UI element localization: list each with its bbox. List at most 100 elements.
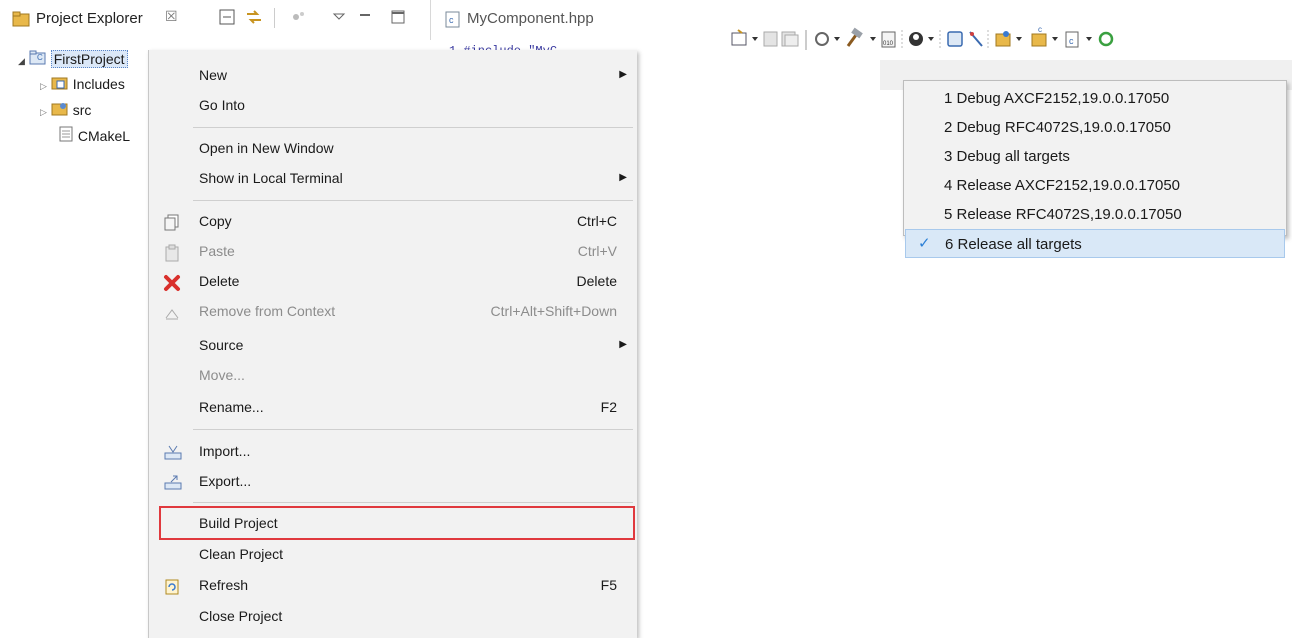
menu-item-rename[interactable]: Rename... F2 — [149, 392, 637, 422]
collapse-all-icon[interactable] — [218, 8, 236, 26]
dropdown-arrow-icon — [1052, 37, 1058, 41]
menu-item-label: Delete — [199, 273, 240, 289]
build-config-item[interactable]: 3 Debug all targets — [944, 142, 1070, 171]
menu-item-shortcut: Ctrl+C — [576, 213, 617, 229]
filter-icon[interactable] — [290, 8, 308, 26]
submenu-arrow-icon: ▶ — [619, 172, 627, 183]
menu-item-label: Import... — [199, 443, 251, 459]
menu-item-paste[interactable]: Paste Ctrl+V — [149, 236, 637, 266]
submenu-arrow-icon: ▶ — [619, 69, 627, 80]
new-icon — [731, 29, 747, 46]
menu-item-shortcut: F2 — [600, 399, 617, 415]
dropdown-arrow-icon — [928, 37, 934, 41]
menu-item-show-in-local-terminal[interactable]: Show in Local Terminal ▶ — [149, 163, 637, 193]
project-explorer-tabbar: Project Explorer ☒ — [0, 0, 430, 40]
menu-item-new[interactable]: New ▶ — [149, 60, 637, 90]
project-explorer-icon — [12, 11, 30, 30]
build-configuration-dropdown: 1 Debug AXCF2152,19.0.0.17050 2 Debug RF… — [903, 80, 1287, 258]
dropdown-arrow-icon — [752, 37, 758, 41]
tree-row-src[interactable]: ▷ src — [40, 99, 91, 121]
editor-tab[interactable]: c MyComponent.hpp 1 #include "MyC — [430, 0, 661, 58]
menu-item-shortcut: Ctrl+Alt+Shift+Down — [490, 303, 617, 319]
remove-context-icon — [163, 302, 181, 320]
new-cpp-project-icon — [995, 31, 1011, 47]
delete-icon — [163, 272, 181, 291]
project-folder-icon: C — [29, 49, 47, 71]
source-folder-icon — [51, 100, 69, 122]
context-menu: New ▶ Go Into Open in New Window Show in… — [148, 50, 637, 638]
svg-text:c: c — [1038, 25, 1042, 34]
main-toolbar: 010 c c — [730, 20, 1292, 60]
svg-text:C: C — [37, 53, 43, 62]
menu-item-label: Source — [199, 337, 244, 353]
debug-icon — [815, 32, 829, 46]
menu-item-label: Go Into — [199, 97, 245, 113]
menu-item-label: Paste — [199, 243, 235, 259]
build-project-highlight-box — [159, 506, 635, 540]
menu-item-remove-from-context[interactable]: Remove from Context Ctrl+Alt+Shift+Down — [149, 296, 637, 326]
menu-separator — [193, 200, 633, 201]
tree-row-includes[interactable]: ▷ Includes — [40, 73, 125, 95]
close-icon[interactable]: ☒ — [165, 8, 178, 25]
tree-label: FirstProject — [50, 50, 128, 68]
toolbar-icons: 010 c c — [731, 25, 1114, 50]
project-explorer-title[interactable]: Project Explorer — [36, 10, 143, 27]
maximize-icon[interactable] — [390, 8, 408, 26]
menu-separator — [193, 502, 633, 503]
collapse-arrow-icon[interactable]: ▷ — [40, 81, 47, 91]
menu-item-label: Clean Project — [199, 546, 284, 562]
menu-item-close-project[interactable]: Close Project — [149, 601, 637, 631]
submenu-arrow-icon: ▶ — [619, 339, 627, 350]
dropdown-arrow-icon — [1016, 37, 1022, 41]
refresh-icon — [163, 576, 181, 595]
tree-label: CMakeL — [77, 128, 131, 144]
menu-item-go-into[interactable]: Go Into — [149, 90, 637, 120]
menu-item-label: Rename... — [199, 399, 264, 415]
paste-icon — [163, 242, 181, 262]
build-config-item-selected[interactable]: ✓ 6 Release all targets — [905, 229, 1285, 258]
new-class-icon: c — [1065, 31, 1079, 48]
build-config-item-label: 6 Release all targets — [945, 236, 1082, 253]
expand-arrow-icon[interactable]: ◢ — [18, 56, 25, 66]
build-config-item[interactable]: 5 Release RFC4072S,19.0.0.17050 — [944, 200, 1182, 229]
checkmark-icon: ✓ — [918, 235, 931, 252]
target-binary-icon: 010 — [881, 31, 896, 48]
menu-item-refresh[interactable]: Refresh F5 — [149, 570, 637, 600]
toolbar-divider — [274, 8, 275, 28]
tree-label: Includes — [72, 76, 125, 92]
tree-row-cmakelists[interactable]: CMakeL — [58, 125, 130, 147]
minimize-icon[interactable] — [358, 8, 376, 26]
menu-item-move[interactable]: Move... — [149, 360, 637, 390]
new-folder-icon: c — [1031, 25, 1047, 47]
probe-icon — [969, 31, 983, 47]
menu-item-import[interactable]: Import... — [149, 436, 637, 466]
view-menu-icon[interactable] — [332, 8, 350, 26]
tree-row-firstproject[interactable]: ◢ C FirstProject — [18, 48, 128, 70]
menu-item-delete[interactable]: Delete Delete — [149, 266, 637, 296]
file-icon — [58, 126, 74, 148]
menu-item-export[interactable]: Export... — [149, 466, 637, 496]
link-with-editor-icon[interactable] — [244, 8, 262, 26]
menu-item-copy[interactable]: Copy Ctrl+C — [149, 206, 637, 236]
menu-item-label: Open in New Window — [199, 140, 334, 156]
copy-icon — [163, 212, 181, 231]
svg-text:c: c — [1069, 36, 1074, 46]
build-config-item[interactable]: 4 Release AXCF2152,19.0.0.17050 — [944, 171, 1180, 200]
build-config-item[interactable]: 1 Debug AXCF2152,19.0.0.17050 — [944, 84, 1169, 113]
dropdown-arrow-icon — [834, 37, 840, 41]
menu-item-label: New — [199, 67, 228, 83]
menu-separator — [193, 429, 633, 430]
save-all-icon — [781, 31, 799, 47]
menu-item-label: Close Project — [199, 608, 283, 624]
collapse-arrow-icon[interactable]: ▷ — [40, 107, 47, 117]
menu-item-clean-project[interactable]: Clean Project — [149, 539, 637, 569]
build-hammer-icon — [846, 27, 863, 47]
svg-text:010: 010 — [883, 41, 894, 47]
menu-item-shortcut: Ctrl+V — [577, 243, 617, 259]
save-icon — [763, 31, 778, 47]
menu-item-source[interactable]: Source ▶ — [149, 330, 637, 360]
menu-item-open-in-new-window[interactable]: Open in New Window — [149, 133, 637, 163]
build-config-item[interactable]: 2 Debug RFC4072S,19.0.0.17050 — [944, 113, 1171, 142]
import-icon — [163, 442, 182, 460]
menu-separator — [193, 127, 633, 128]
